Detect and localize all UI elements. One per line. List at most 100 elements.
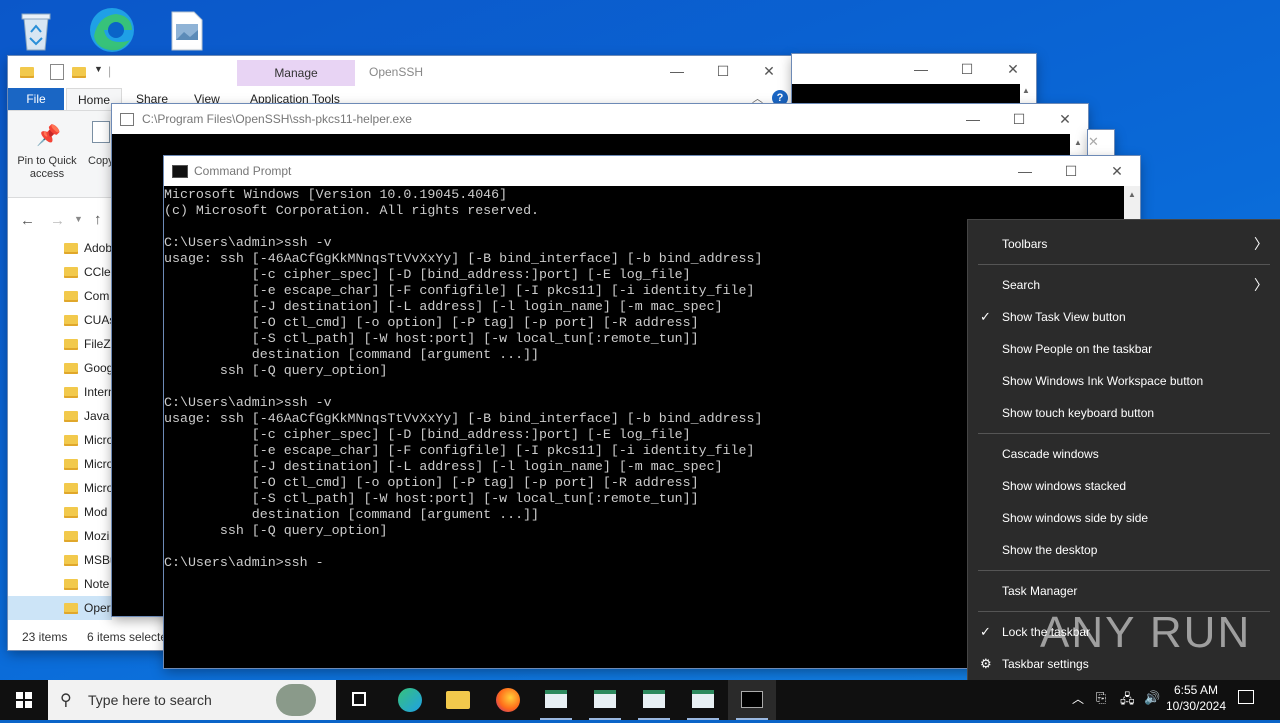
- status-item-count: 23 items: [22, 630, 68, 644]
- image-file-icon[interactable]: [170, 10, 204, 52]
- menu-item-show-people[interactable]: Show People on the taskbar: [968, 333, 1280, 365]
- maximize-button[interactable]: ☐: [1048, 156, 1094, 186]
- window-title: Command Prompt: [194, 164, 292, 178]
- edge-icon[interactable]: [86, 6, 138, 54]
- window-title: C:\Program Files\OpenSSH\ssh-pkcs11-help…: [142, 112, 412, 126]
- taskbar-app-window-3[interactable]: [630, 680, 678, 720]
- nav-item[interactable]: CClea: [64, 260, 112, 284]
- minimize-button[interactable]: —: [1002, 156, 1048, 186]
- task-view-icon: [352, 692, 366, 706]
- nav-item[interactable]: Com: [64, 284, 109, 308]
- taskbar-app-window-2[interactable]: [581, 680, 629, 720]
- close-button[interactable]: ✕: [1042, 104, 1088, 134]
- folder-icon: [64, 339, 78, 351]
- quick-access-dropdown-icon[interactable]: ▼: [94, 64, 103, 74]
- nav-item[interactable]: FileZ: [64, 332, 111, 356]
- close-button[interactable]: ✕: [746, 56, 792, 86]
- background-console-window[interactable]: — ☐ ✕ ▲: [792, 54, 1036, 104]
- device-icon[interactable]: ⎘: [1096, 690, 1106, 706]
- menu-item-toolbars[interactable]: Toolbars 〉: [968, 228, 1280, 260]
- properties-icon[interactable]: [50, 64, 64, 80]
- search-box[interactable]: ⚲ Type here to search: [48, 680, 336, 720]
- close-button[interactable]: ✕: [990, 54, 1036, 84]
- manage-tab[interactable]: Manage: [237, 60, 355, 86]
- checkmark-icon: ✓: [980, 309, 991, 324]
- gear-icon: ⚙: [980, 656, 992, 671]
- folder-icon: [64, 291, 78, 303]
- pin-to-quick-access-button[interactable]: Pin to Quick access: [14, 155, 80, 181]
- taskbar-firefox[interactable]: [484, 680, 532, 720]
- pin-icon[interactable]: 📌: [36, 123, 61, 148]
- volume-icon[interactable]: 🔊: [1144, 690, 1160, 706]
- nav-item[interactable]: Intern: [64, 380, 112, 404]
- menu-item-show-desktop[interactable]: Show the desktop: [968, 534, 1280, 566]
- taskbar-file-explorer[interactable]: [434, 680, 482, 720]
- nav-item[interactable]: Note: [64, 572, 109, 596]
- taskbar-command-prompt[interactable]: [728, 680, 776, 720]
- file-tab[interactable]: File: [8, 88, 64, 110]
- menu-separator: [978, 264, 1270, 265]
- maximize-button[interactable]: ☐: [700, 56, 746, 86]
- taskbar-app-window-1[interactable]: [532, 680, 580, 720]
- app-window-icon: [594, 690, 616, 708]
- windows-logo-icon: [16, 692, 32, 708]
- folder-icon: [64, 483, 78, 495]
- taskbar-app-window-4[interactable]: [679, 680, 727, 720]
- taskbar-edge[interactable]: [386, 680, 434, 720]
- scroll-up-icon[interactable]: ▲: [1074, 138, 1082, 147]
- clock[interactable]: 6:55 AM 10/30/2024: [1160, 682, 1232, 714]
- maximize-button[interactable]: ☐: [996, 104, 1042, 134]
- new-folder-icon[interactable]: [72, 65, 92, 79]
- taskbar[interactable]: ⚲ Type here to search ︿ ⎘ 🖧 🔊 6:55 AM 10…: [0, 680, 1280, 720]
- menu-item-windows-stacked[interactable]: Show windows stacked: [968, 470, 1280, 502]
- minimize-button[interactable]: —: [898, 54, 944, 84]
- network-icon[interactable]: 🖧: [1120, 690, 1135, 712]
- copy-button[interactable]: Copy: [88, 155, 114, 167]
- forward-icon[interactable]: →: [50, 212, 65, 229]
- menu-item-windows-side-by-side[interactable]: Show windows side by side: [968, 502, 1280, 534]
- search-highlight-icon: [276, 684, 316, 716]
- console-icon: [120, 113, 134, 126]
- scroll-up-icon[interactable]: ▲: [1022, 86, 1030, 95]
- folder-icon: [20, 65, 40, 79]
- menu-item-cascade-windows[interactable]: Cascade windows: [968, 438, 1280, 470]
- minimize-button[interactable]: —: [654, 56, 700, 86]
- menu-item-show-touch-keyboard[interactable]: Show touch keyboard button: [968, 397, 1280, 429]
- recent-dropdown-icon[interactable]: ▼: [74, 214, 83, 224]
- close-icon[interactable]: ✕: [1088, 134, 1099, 150]
- nav-item[interactable]: Adob: [64, 236, 112, 260]
- hidden-window-edge: ✕: [1088, 130, 1114, 156]
- up-icon[interactable]: ↑: [94, 211, 102, 228]
- minimize-button[interactable]: —: [950, 104, 996, 134]
- chevron-right-icon: 〉: [1254, 236, 1268, 252]
- menu-item-show-ink-workspace[interactable]: Show Windows Ink Workspace button: [968, 365, 1280, 397]
- checkmark-icon: ✓: [980, 624, 991, 639]
- menu-item-search[interactable]: Search 〉: [968, 269, 1280, 301]
- window-title: OpenSSH: [369, 65, 424, 79]
- menu-item-show-task-view[interactable]: ✓ Show Task View button: [968, 301, 1280, 333]
- back-icon[interactable]: ←: [20, 212, 35, 229]
- folder-icon: [64, 267, 78, 279]
- copy-icon[interactable]: [92, 121, 110, 143]
- folder-icon: [64, 411, 78, 423]
- nav-item[interactable]: Mozi: [64, 524, 109, 548]
- nav-item[interactable]: Goog: [64, 356, 112, 380]
- task-view-button[interactable]: [336, 680, 384, 720]
- show-hidden-icons-icon[interactable]: ︿: [1072, 690, 1084, 707]
- close-button[interactable]: ✕: [1094, 156, 1140, 186]
- nav-item-selected[interactable]: Oper: [8, 596, 112, 620]
- start-button[interactable]: [0, 680, 48, 720]
- navigation-pane: Adob CClea Com CUAs FileZ Goog Intern Ja…: [8, 236, 112, 628]
- menu-item-task-manager[interactable]: Task Manager: [968, 575, 1280, 607]
- nav-item[interactable]: Mod: [64, 500, 107, 524]
- nav-item[interactable]: MSBu: [64, 548, 112, 572]
- nav-item[interactable]: Java: [64, 404, 109, 428]
- notifications-icon[interactable]: [1238, 690, 1254, 704]
- nav-item[interactable]: CUAs: [64, 308, 112, 332]
- nav-item[interactable]: Micro: [64, 428, 112, 452]
- maximize-button[interactable]: ☐: [944, 54, 990, 84]
- recycle-bin-icon[interactable]: [16, 8, 56, 52]
- scroll-up-icon[interactable]: ▲: [1128, 190, 1136, 199]
- nav-item[interactable]: Micro: [64, 476, 112, 500]
- nav-item[interactable]: Micro: [64, 452, 112, 476]
